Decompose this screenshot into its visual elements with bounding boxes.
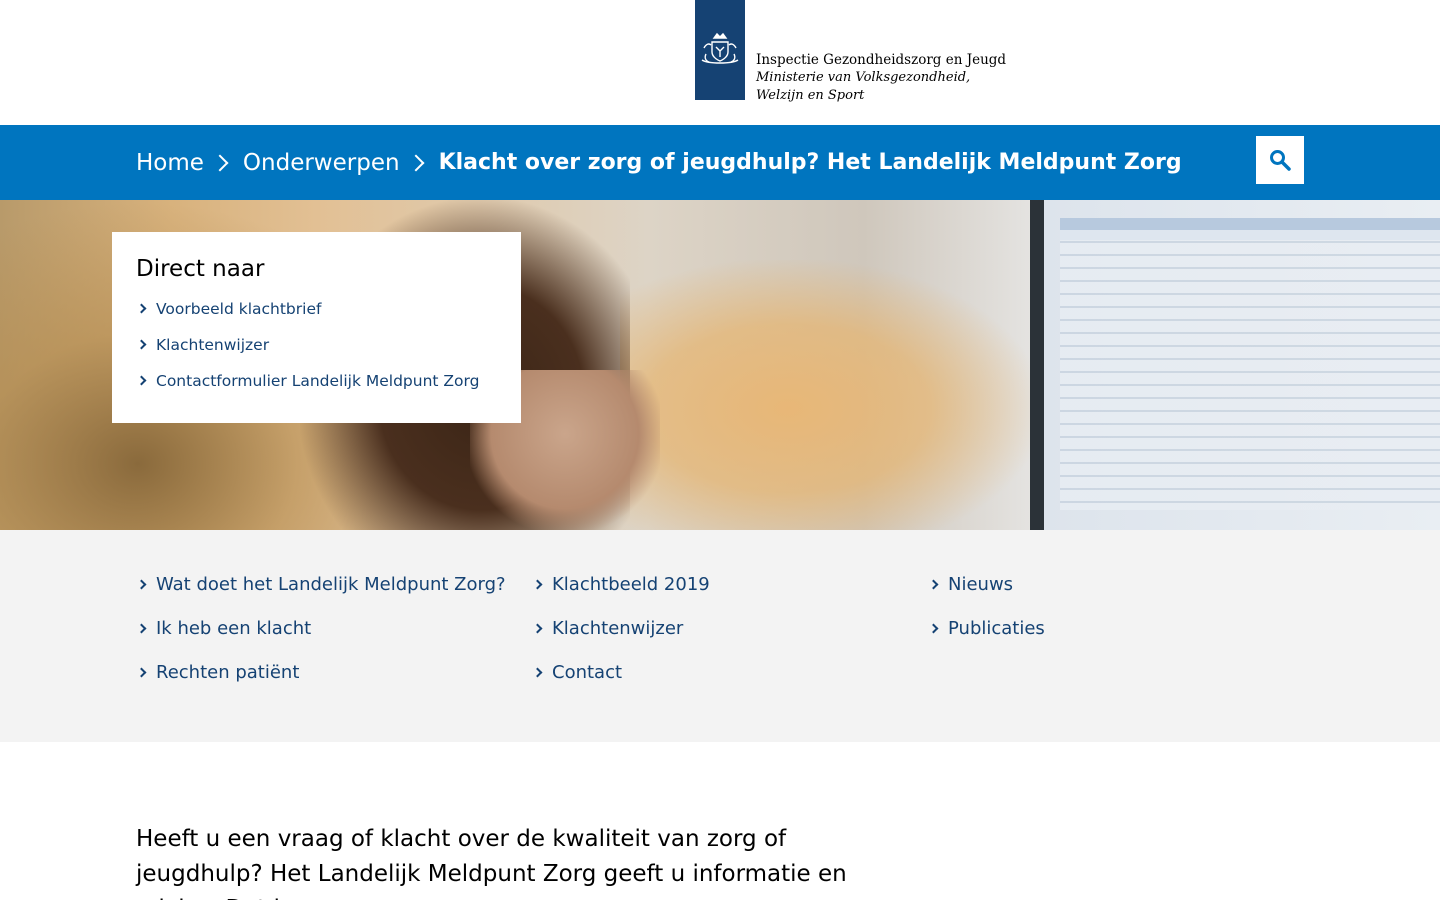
quick-link-klachtenwijzer[interactable]: Klachtenwijzer	[532, 617, 710, 661]
chevron-right-icon	[136, 667, 147, 678]
chevron-right-icon	[136, 303, 147, 314]
quick-link-wat-doet[interactable]: Wat doet het Landelijk Meldpunt Zorg?	[136, 573, 506, 617]
logo-ministry-line2: Welzijn en Sport	[756, 87, 865, 103]
direct-naar-panel: Direct naar Voorbeeld klachtbrief Klacht…	[112, 232, 521, 423]
site-logo[interactable]: Inspectie Gezondheidszorg en Jeugd Minis…	[695, 0, 1006, 104]
chevron-right-icon	[136, 375, 147, 386]
link-label[interactable]: Klachtbeeld 2019	[552, 574, 710, 595]
logo-wordmark: Inspectie Gezondheidszorg en Jeugd Minis…	[756, 0, 1006, 104]
link-label[interactable]: Contactformulier Landelijk Meldpunt Zorg	[156, 372, 479, 390]
direct-naar-list: Voorbeeld klachtbrief Klachtenwijzer Con…	[136, 300, 497, 408]
direct-link-contactformulier[interactable]: Contactformulier Landelijk Meldpunt Zorg	[136, 372, 497, 408]
chevron-right-icon	[407, 154, 425, 171]
breadcrumb: Home Onderwerpen Klacht over zorg of jeu…	[136, 125, 1182, 200]
chevron-right-icon	[136, 339, 147, 350]
quick-link-rechten-patient[interactable]: Rechten patiënt	[136, 661, 506, 705]
intro-paragraph: Heeft u een vraag of klacht over de kwal…	[136, 826, 847, 900]
logo-organisation: Inspectie Gezondheidszorg en Jeugd	[756, 52, 1007, 68]
hero-monitor	[1030, 200, 1440, 530]
link-label[interactable]: Klachtenwijzer	[156, 336, 269, 354]
hero-monitor-screen	[1060, 230, 1440, 510]
quick-link-klachtbeeld[interactable]: Klachtbeeld 2019	[532, 573, 710, 617]
chevron-right-icon	[211, 154, 229, 171]
hero-bg-desk	[620, 260, 1040, 530]
search-icon	[1270, 150, 1291, 171]
chevron-right-icon	[532, 667, 543, 678]
breadcrumb-current: Klacht over zorg of jeugdhulp? Het Lande…	[438, 150, 1182, 175]
chevron-right-icon	[136, 579, 147, 590]
breadcrumb-home[interactable]: Home	[136, 150, 204, 176]
link-label[interactable]: Publicaties	[948, 618, 1045, 639]
quick-link-nieuws[interactable]: Nieuws	[928, 573, 1045, 617]
chevron-right-icon	[532, 579, 543, 590]
link-label[interactable]: Wat doet het Landelijk Meldpunt Zorg?	[156, 574, 506, 595]
quick-links-column-1: Wat doet het Landelijk Meldpunt Zorg? Ik…	[136, 573, 506, 705]
link-label[interactable]: Contact	[552, 662, 622, 683]
direct-link-klachtenwijzer[interactable]: Klachtenwijzer	[136, 336, 497, 372]
quick-link-ik-heb-klacht[interactable]: Ik heb een klacht	[136, 617, 506, 661]
direct-link-klachtbrief[interactable]: Voorbeeld klachtbrief	[136, 300, 497, 336]
link-label[interactable]: Klachtenwijzer	[552, 618, 683, 639]
chevron-right-icon	[928, 579, 939, 590]
coat-of-arms-icon	[695, 0, 745, 100]
link-label[interactable]: Ik heb een klacht	[156, 618, 311, 639]
link-label[interactable]: Rechten patiënt	[156, 662, 299, 683]
quick-link-publicaties[interactable]: Publicaties	[928, 617, 1045, 661]
chevron-right-icon	[532, 623, 543, 634]
direct-naar-title: Direct naar	[136, 256, 265, 282]
quick-link-contact[interactable]: Contact	[532, 661, 710, 705]
logo-ministry-line1: Ministerie van Volksgezondheid,	[756, 70, 971, 85]
quick-links-column-2: Klachtbeeld 2019 Klachtenwijzer Contact	[532, 573, 710, 705]
quick-links-column-3: Nieuws Publicaties	[928, 573, 1045, 661]
search-button[interactable]	[1256, 136, 1304, 184]
quick-links: Wat doet het Landelijk Meldpunt Zorg? Ik…	[0, 530, 1440, 742]
chevron-right-icon	[136, 623, 147, 634]
breadcrumb-onderwerpen[interactable]: Onderwerpen	[243, 150, 400, 176]
link-label[interactable]: Nieuws	[948, 574, 1013, 595]
breadcrumb-bar: Home Onderwerpen Klacht over zorg of jeu…	[0, 125, 1440, 200]
chevron-right-icon	[928, 623, 939, 634]
site-header: Inspectie Gezondheidszorg en Jeugd Minis…	[0, 0, 1440, 125]
link-label[interactable]: Voorbeeld klachtbrief	[156, 300, 321, 318]
